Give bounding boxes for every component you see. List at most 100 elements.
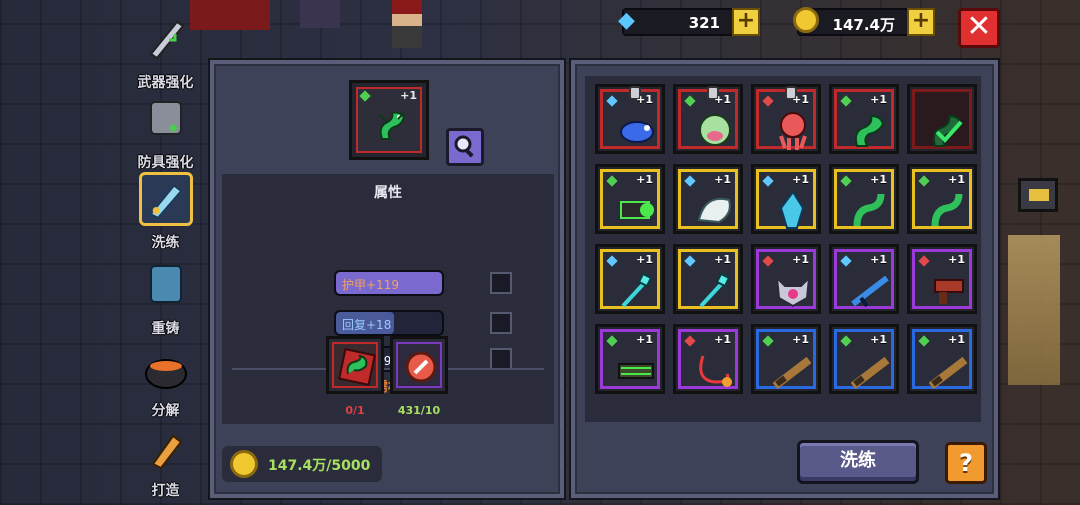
green-gatling-icon xyxy=(618,363,654,379)
reforge-armor-icon xyxy=(149,265,182,303)
inventory-slot[interactable]: +1 xyxy=(751,84,821,154)
item-level: +1 xyxy=(636,333,653,346)
attribute-box: 属性 护甲+119回复+18木攻+29 所需材料 xyxy=(222,174,554,424)
golden-pedestal xyxy=(1008,235,1060,385)
lock-checkbox-0[interactable] xyxy=(490,272,512,294)
gold-cost-box: 147.4万/5000 xyxy=(222,446,382,482)
reroll-sword-icon xyxy=(138,172,193,226)
inventory-slot[interactable]: +1 xyxy=(673,244,743,314)
rarity-gem-icon xyxy=(762,95,774,107)
item-level: +1 xyxy=(636,253,653,266)
help-button[interactable]: ? xyxy=(945,442,987,484)
material-count-1: 0/1 xyxy=(345,404,365,417)
slot-frame: +1 xyxy=(756,249,816,309)
green-serpent-icon xyxy=(854,114,885,147)
inventory-slot[interactable]: +1 xyxy=(673,164,743,234)
sword-upgrade-icon xyxy=(149,20,184,60)
menu-item-0[interactable]: 武器强化 xyxy=(128,12,203,92)
inventory-slot[interactable]: +1 xyxy=(829,244,899,314)
material-slot-1[interactable] xyxy=(326,336,384,394)
menu-item-1[interactable]: 防具强化 xyxy=(128,92,203,172)
inventory-slot[interactable]: +1 xyxy=(907,164,977,234)
blue-rifle-icon xyxy=(851,275,889,308)
piranha-icon xyxy=(699,114,731,146)
slot-frame: +1 xyxy=(678,86,738,149)
inventory-slot[interactable]: +1 xyxy=(829,164,899,234)
item-level: +1 xyxy=(870,253,887,266)
slot-frame: +1 xyxy=(912,249,972,309)
inventory-slot[interactable]: +1 xyxy=(595,164,665,234)
slot-frame: +1 xyxy=(834,169,894,229)
item-level: +1 xyxy=(714,173,731,186)
magnify-button[interactable] xyxy=(446,128,484,166)
menu-item-2[interactable]: 洗练 xyxy=(128,172,203,252)
inventory-slot[interactable]: +1 xyxy=(595,84,665,154)
menu-item-4[interactable]: 分解 xyxy=(128,340,203,420)
cyan-staff-icon xyxy=(699,272,731,308)
reroll-button[interactable]: 洗练 xyxy=(797,440,919,484)
materials-title: 所需材料 xyxy=(361,380,414,395)
menu-label: 重铸 xyxy=(151,321,180,337)
item-level: +1 xyxy=(714,93,731,106)
attribute-row-0: 护甲+119 xyxy=(334,270,444,296)
magnify-icon xyxy=(454,135,474,158)
inventory-slot[interactable]: +1 xyxy=(907,324,977,394)
diamond-icon: ◆ xyxy=(618,8,635,33)
inventory-slot[interactable]: +1 xyxy=(751,164,821,234)
rarity-gem-icon xyxy=(606,255,618,267)
cyan-staff-icon xyxy=(621,272,653,308)
menu-item-3[interactable]: 重铸 xyxy=(128,258,203,338)
reroll-detail-panel: +1 属性 护甲+119回复+18木攻+29 所需材料 0/1 xyxy=(210,60,564,498)
menu-label: 打造 xyxy=(151,483,180,499)
gold-counter: 147.4万 + xyxy=(793,7,935,36)
armor-upgrade-icon xyxy=(149,101,182,135)
close-button[interactable]: ✕ xyxy=(958,8,1000,48)
inventory-slot[interactable]: +1 xyxy=(751,244,821,314)
item-level: +1 xyxy=(870,93,887,106)
lock-checkbox-2[interactable] xyxy=(490,348,512,370)
slot-frame: +1 xyxy=(600,169,660,229)
slot-frame: +1 xyxy=(912,169,972,229)
green-vine-icon xyxy=(931,193,963,227)
inventory-slot[interactable]: +1 xyxy=(829,324,899,394)
menu-item-5[interactable]: 打造 xyxy=(128,420,203,500)
menu-label: 洗练 xyxy=(151,235,180,251)
inventory-slot[interactable]: +1 xyxy=(673,84,743,154)
green-serpent-material-icon xyxy=(338,348,376,386)
green-vine-icon xyxy=(853,193,885,227)
attribute-row-1: 回复+18 xyxy=(334,310,444,336)
rarity-gem-icon xyxy=(359,90,371,102)
add-gold-button[interactable]: + xyxy=(907,8,935,36)
lock-checkbox-1[interactable] xyxy=(490,312,512,334)
inventory-slot[interactable]: +1 xyxy=(907,244,977,314)
green-serpent-icon xyxy=(379,111,406,140)
rarity-gem-icon xyxy=(762,255,774,267)
demon-mask-icon xyxy=(775,275,811,308)
inventory-slot[interactable]: +1 xyxy=(595,244,665,314)
forge-hammer-icon xyxy=(151,434,182,470)
red-octopus-icon xyxy=(779,112,807,150)
inventory-slot[interactable]: +1 xyxy=(595,324,665,394)
rarity-gem-icon xyxy=(840,335,852,347)
rarity-gem-icon xyxy=(684,175,696,187)
inventory-slot[interactable]: +1 xyxy=(673,324,743,394)
rarity-gem-icon xyxy=(918,255,930,267)
gold-coin-icon xyxy=(793,7,819,33)
rarity-gem-icon xyxy=(606,95,618,107)
rarity-gem-icon xyxy=(918,175,930,187)
item-level: +1 xyxy=(870,333,887,346)
inventory-slot[interactable] xyxy=(907,84,977,154)
shotgun-icon xyxy=(929,356,968,390)
ice-crystal-icon xyxy=(779,190,805,229)
rarity-gem-icon xyxy=(684,335,696,347)
material-slot-2[interactable] xyxy=(390,336,448,394)
selected-item-slot[interactable]: +1 xyxy=(349,80,429,160)
bone-dragon-icon xyxy=(697,198,731,224)
inventory-slot[interactable]: +1 xyxy=(751,324,821,394)
inventory-slot[interactable]: +1 xyxy=(829,84,899,154)
item-level: +1 xyxy=(792,173,809,186)
add-gems-button[interactable]: + xyxy=(732,8,760,36)
cauldron-icon xyxy=(144,359,187,389)
rarity-gem-icon xyxy=(840,95,852,107)
blue-fish-icon xyxy=(620,121,654,143)
